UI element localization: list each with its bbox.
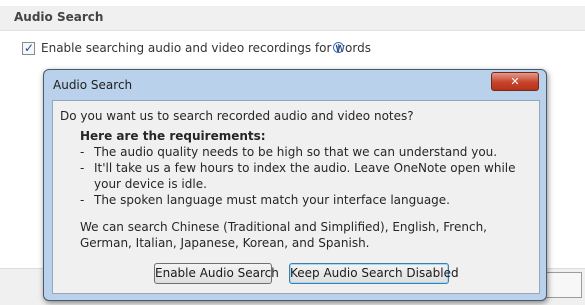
requirement-text: The spoken language must match your inte… xyxy=(94,193,450,207)
checkmark-icon: ✓ xyxy=(24,41,35,55)
section-header: Audio Search xyxy=(0,6,585,31)
option-label: Enable searching audio and video recordi… xyxy=(41,41,371,55)
section-title: Audio Search xyxy=(14,10,104,24)
requirement-text: The audio quality needs to be high so th… xyxy=(94,145,498,159)
bullet-dash: - xyxy=(80,193,85,207)
dialog-title-bar[interactable]: Audio Search ✕ xyxy=(44,70,546,100)
requirement-item: - It'll take us a few hours to index the… xyxy=(80,160,535,192)
bullet-dash: - xyxy=(80,161,85,175)
enable-audio-search-checkbox[interactable]: ✓ xyxy=(22,41,35,55)
dialog-title: Audio Search xyxy=(53,78,133,92)
requirement-text: It'll take us a few hours to index the a… xyxy=(94,161,516,191)
bullet-dash: - xyxy=(80,145,85,159)
requirements-block: Here are the requirements: - The audio q… xyxy=(80,128,535,251)
requirement-item: - The audio quality needs to be high so … xyxy=(80,144,535,160)
close-icon: ✕ xyxy=(510,75,520,88)
dialog-content: Do you want us to search recorded audio … xyxy=(52,100,540,294)
languages-note: We can search Chinese (Traditional and S… xyxy=(80,220,487,250)
requirements-title: Here are the requirements: xyxy=(80,129,266,143)
requirement-item: - The spoken language must match your in… xyxy=(80,192,535,208)
dialog-question: Do you want us to search recorded audio … xyxy=(60,109,414,123)
close-button[interactable]: ✕ xyxy=(491,72,539,91)
audio-search-dialog: Audio Search ✕ Do you want us to search … xyxy=(43,69,547,301)
info-icon[interactable]: i xyxy=(333,42,344,53)
enable-audio-search-button[interactable]: Enable Audio Search xyxy=(154,263,279,284)
keep-audio-search-disabled-button[interactable]: Keep Audio Search Disabled xyxy=(289,263,459,284)
